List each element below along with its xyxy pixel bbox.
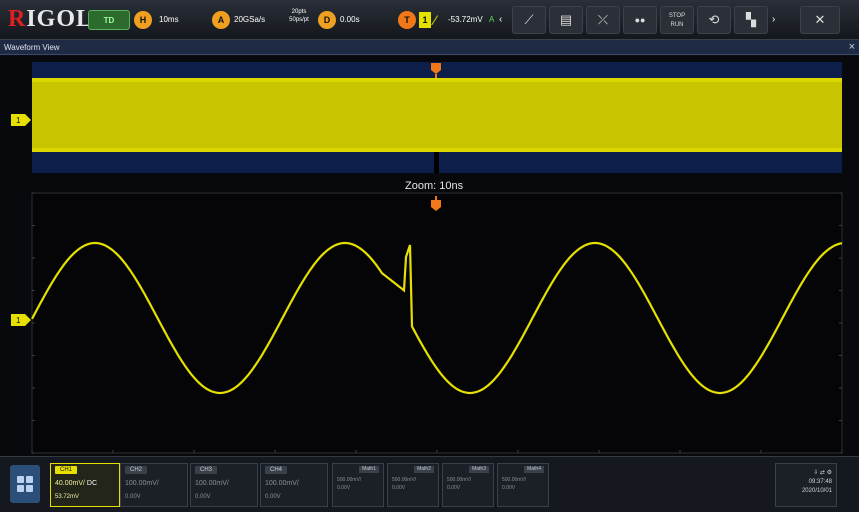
memory-line-1: 20pts (291, 9, 307, 15)
math3-panel[interactable]: Math3 500.00mV/ 0.00V (442, 463, 494, 507)
math3-scale: 500.00mV/ (447, 477, 472, 483)
math1-panel[interactable]: Math1 500.00mV/ 0.00V (332, 463, 384, 507)
trigger-mode-indicator[interactable]: TD (88, 10, 130, 30)
memory-depth[interactable]: 20pts 50ps/pt (284, 8, 314, 28)
math1-scale: 500.00mV/ (337, 477, 362, 483)
zoom-plot-area (31, 192, 843, 454)
math2-scale: 500.00mV/ (392, 477, 417, 483)
acquisition-badge[interactable]: A (212, 11, 230, 29)
ch4-offset: 0.00V (265, 494, 281, 500)
math3-label: Math3 (469, 466, 489, 473)
math3-offset: 0.00V (447, 485, 461, 491)
right-chevron-icon[interactable]: › (772, 10, 780, 30)
ch1-label: CH1 (55, 466, 78, 474)
rising-edge-icon: ⁄ (434, 12, 437, 28)
ch1-coupling: DC (86, 480, 98, 487)
ch4-panel[interactable]: CH4 100.00mV/ 0.00V (260, 463, 328, 507)
clock-date: 2020/10/01 (801, 488, 832, 494)
zoom-label: Zoom: 10ns (405, 180, 464, 192)
dots-button[interactable]: ●● (623, 6, 657, 34)
run-stop-label-1: STOP (668, 13, 686, 19)
zoom-ch1-marker-icon[interactable]: 1 (11, 313, 31, 326)
ch1-offset: 53.72mV (55, 494, 80, 500)
timebase-value[interactable]: 10ms (156, 10, 198, 30)
status-panel[interactable]: ⇩ ⇄ ⚙ 09:37:48 2020/10/01 (775, 463, 837, 507)
history-icon: ⟲ (708, 12, 720, 27)
overview-signal-band (32, 78, 842, 152)
overview-waveform[interactable] (0, 56, 859, 178)
ch3-offset: 0.00V (195, 494, 211, 500)
ch2-offset: 0.00V (125, 494, 141, 500)
delay-value[interactable]: 0.00s (340, 10, 380, 30)
ch3-scale: 100.00mV/ (195, 480, 229, 487)
zoom-window-marker (434, 152, 439, 173)
xy-button[interactable]: ⤫ (586, 6, 620, 34)
zoom-waveform[interactable] (0, 178, 859, 456)
ch1-scale: 40.00mV/ DC (55, 480, 98, 487)
rigol-logo: RIGOL (8, 6, 94, 32)
ch2-label: CH2 (125, 466, 148, 474)
dots-icon: ●● (634, 15, 646, 25)
math4-panel[interactable]: Math4 500.00mV/ 0.00V (497, 463, 549, 507)
top-toolbar: RIGOL TD H 10ms A 20GSa/s 20pts 50ps/pt … (0, 0, 859, 40)
home-button[interactable] (10, 465, 40, 503)
math1-label: Math1 (359, 466, 379, 473)
ch4-scale: 100.00mV/ (265, 480, 299, 487)
trigger-badge[interactable]: T (398, 11, 416, 29)
apps-icon: ▚ (746, 12, 756, 27)
run-stop-button[interactable]: STOP RUN (660, 6, 694, 34)
math2-panel[interactable]: Math2 500.00mV/ 0.00V (387, 463, 439, 507)
math2-offset: 0.00V (392, 485, 406, 491)
ch2-scale: 100.00mV/ (125, 480, 159, 487)
run-stop-label-2: RUN (670, 22, 684, 28)
clear-button[interactable]: ✕ (800, 6, 840, 34)
delay-badge[interactable]: D (318, 11, 336, 29)
measure-button[interactable]: ▤ (549, 6, 583, 34)
trigger-source-badge[interactable]: 1 (419, 12, 431, 28)
history-button[interactable]: ⟲ (697, 6, 731, 34)
ch2-panel[interactable]: CH2 100.00mV/ 0.00V (120, 463, 188, 507)
xy-icon: ⤫ (597, 12, 609, 27)
waveform-view-titlebar: Waveform View × (0, 40, 859, 55)
bottom-status-bar: CH1 40.00mV/ DC 53.72mV CH2 100.00mV/ 0.… (0, 456, 859, 512)
ch3-label: CH3 (195, 466, 218, 474)
ch1-panel[interactable]: CH1 40.00mV/ DC 53.72mV (50, 463, 120, 507)
svg-text:1: 1 (16, 116, 21, 125)
math2-label: Math2 (414, 466, 434, 473)
trigger-level-value[interactable]: -53.72mV (448, 10, 490, 30)
clear-icon: ✕ (814, 12, 826, 27)
clock-time: 09:37:48 (808, 479, 832, 485)
ruler-icon: ⟋ (524, 12, 534, 27)
math4-label: Math4 (524, 466, 544, 473)
ch4-label: CH4 (265, 466, 288, 474)
overview-ch1-marker-icon[interactable]: 1 (11, 113, 31, 126)
close-icon[interactable]: × (849, 40, 855, 55)
sample-rate-value[interactable]: 20GSa/s (234, 10, 282, 30)
trigger-sweep-mode[interactable]: A (489, 10, 499, 30)
apps-button[interactable]: ▚ (734, 6, 768, 34)
horizontal-badge[interactable]: H (134, 11, 152, 29)
home-grid-icon (17, 476, 24, 483)
measure-icon: ▤ (559, 12, 573, 27)
math4-scale: 500.00mV/ (502, 477, 527, 483)
status-icons: ⇩ ⇄ ⚙ (813, 470, 832, 476)
math1-offset: 0.00V (337, 485, 351, 491)
math4-offset: 0.00V (502, 485, 516, 491)
memory-line-2: 50ps/pt (289, 17, 309, 23)
ch1-marker-label: 1 (16, 316, 21, 325)
left-chevron-icon[interactable]: ‹ (499, 10, 507, 30)
window-title: Waveform View (4, 43, 60, 52)
ruler-button[interactable]: ⟋ (512, 6, 546, 34)
ch3-panel[interactable]: CH3 100.00mV/ 0.00V (190, 463, 258, 507)
